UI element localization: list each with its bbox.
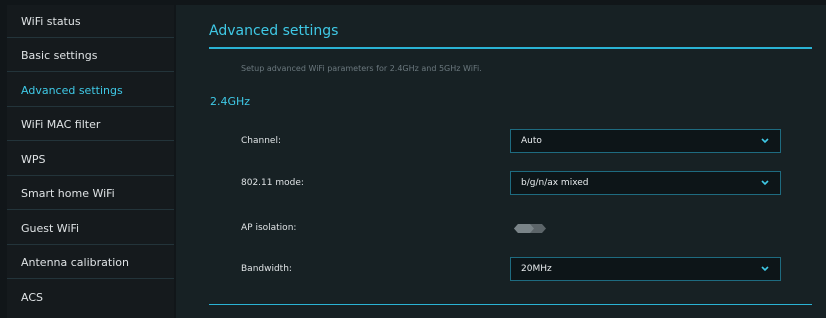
sidebar-item-wifi-status[interactable]: WiFi status [7,5,174,38]
sidebar-item-acs[interactable]: ACS [7,281,174,314]
bandwidth-select[interactable]: 20MHz [510,257,781,281]
sidebar-nav: WiFi status Basic settings Advanced sett… [7,5,174,318]
title-divider [209,47,812,49]
page-description: Setup advanced WiFi parameters for 2.4GH… [241,64,482,73]
sidebar-item-advanced-settings[interactable]: Advanced settings [7,74,174,107]
page-title: Advanced settings [209,23,339,39]
sidebar-item-guest-wifi[interactable]: Guest WiFi [7,212,174,245]
router-admin-page: WiFi status Basic settings Advanced sett… [0,0,826,318]
section-heading-2-4ghz: 2.4GHz [210,95,251,108]
channel-label: Channel: [241,136,281,146]
sidebar-item-wifi-mac-filter[interactable]: WiFi MAC filter [7,108,174,141]
mode-label: 802.11 mode: [241,178,304,188]
bandwidth-select-value: 20MHz [521,264,552,274]
ap-isolation-label: AP isolation: [241,223,297,233]
settings-panel: Advanced settings Setup advanced WiFi pa… [176,5,826,318]
sidebar-item-smart-home-wifi[interactable]: Smart home WiFi [7,177,174,210]
channel-select[interactable]: Auto [510,129,781,153]
bandwidth-label: Bandwidth: [241,264,292,274]
chevron-down-icon [761,266,769,272]
mode-select-value: b/g/n/ax mixed [521,178,589,188]
channel-select-value: Auto [521,136,542,146]
sidebar-item-wps[interactable]: WPS [7,143,174,176]
chevron-down-icon [761,138,769,144]
chevron-down-icon [761,180,769,186]
mode-select[interactable]: b/g/n/ax mixed [510,171,781,195]
section-divider [209,304,812,305]
sidebar-item-basic-settings[interactable]: Basic settings [7,39,174,72]
ap-isolation-toggle[interactable] [510,221,550,236]
sidebar-item-antenna-calibration[interactable]: Antenna calibration [7,246,174,279]
